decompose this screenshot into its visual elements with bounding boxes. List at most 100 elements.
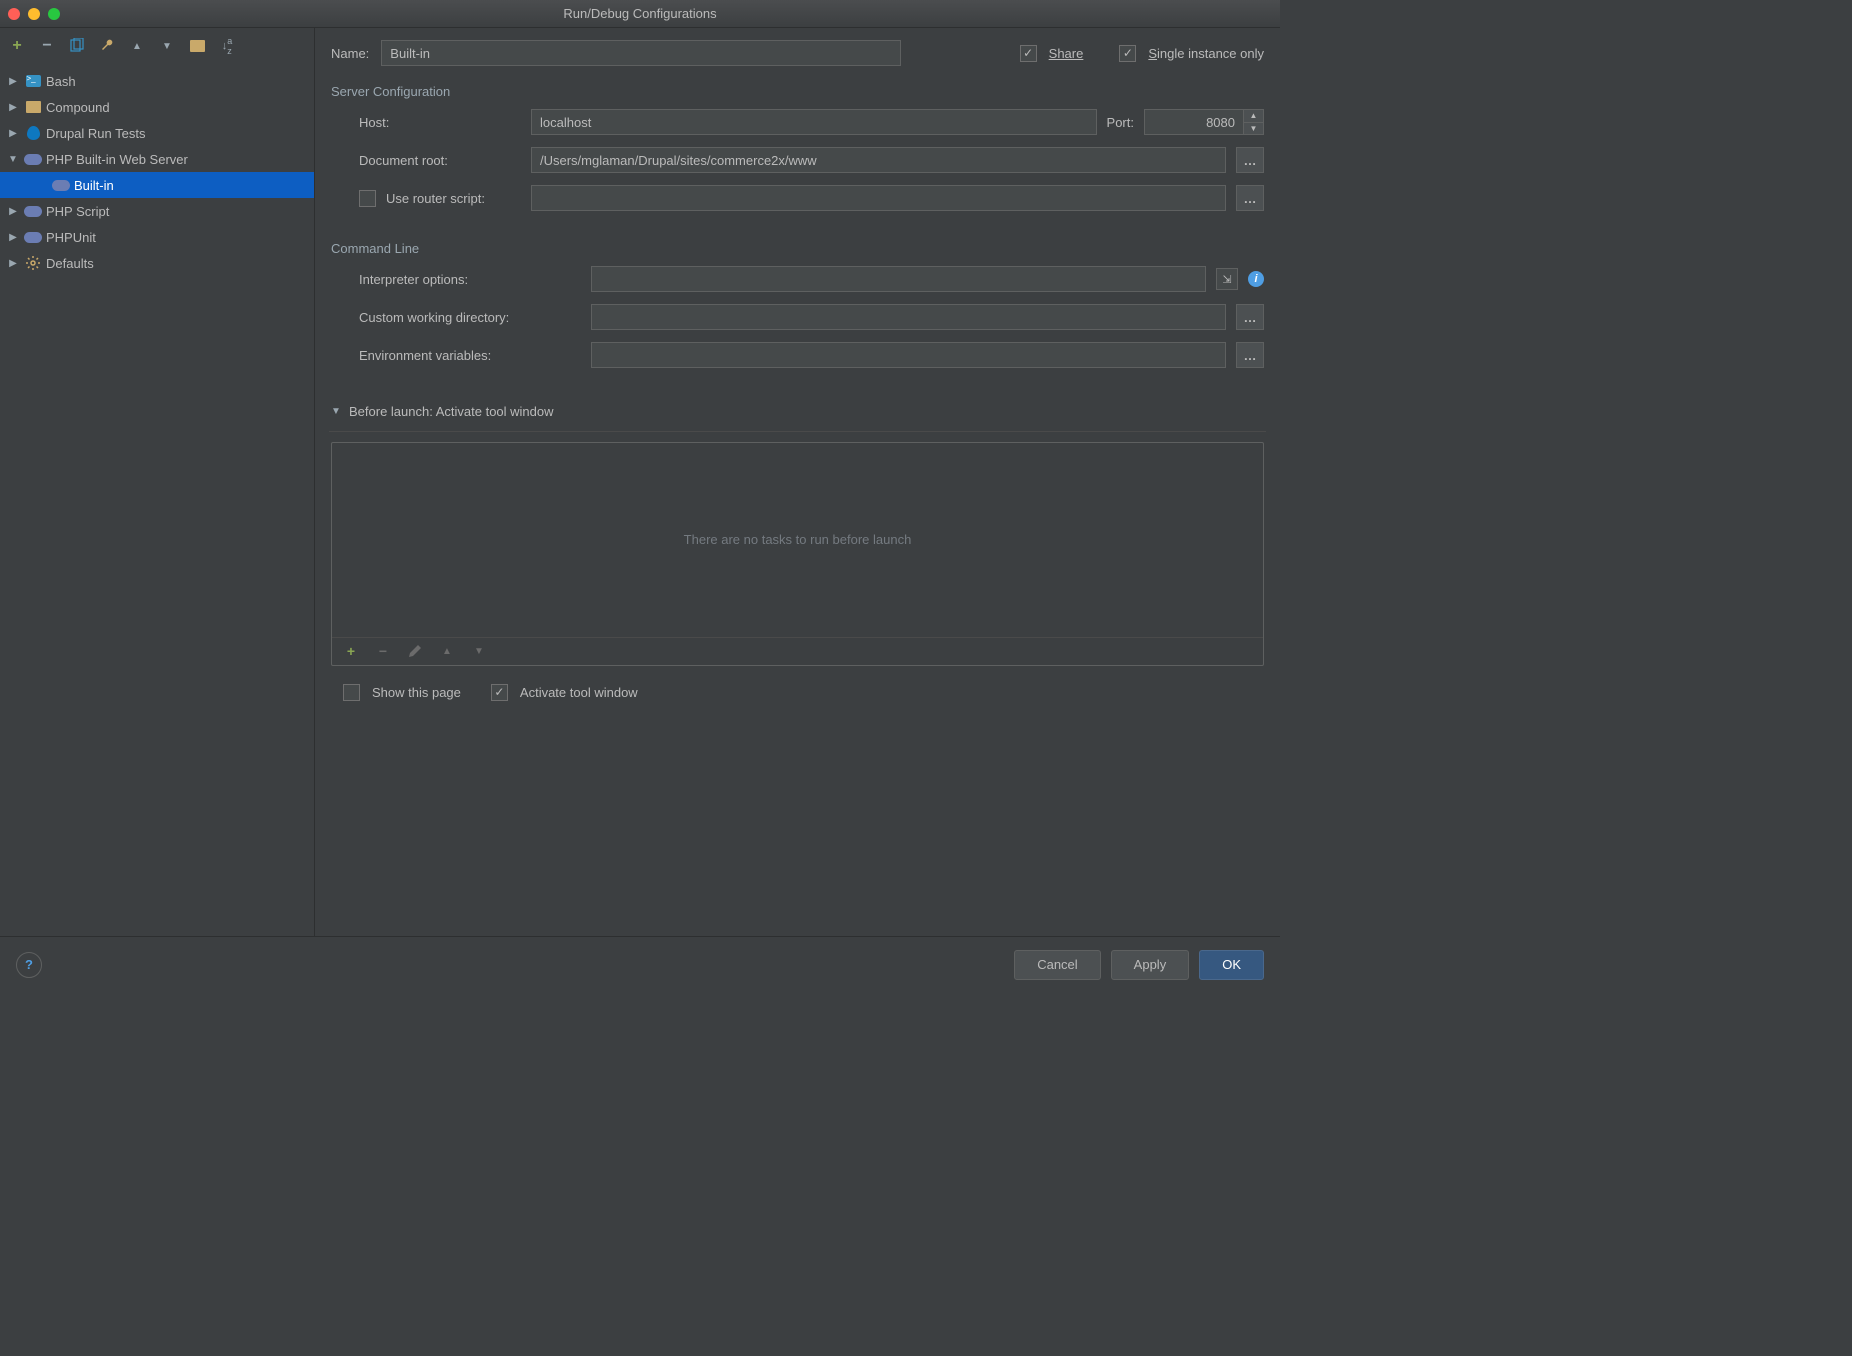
tree-node-compound[interactable]: ▶ Compound bbox=[0, 94, 314, 120]
port-spinner[interactable]: ▲▼ bbox=[1244, 109, 1264, 135]
cmdline-section-title: Command Line bbox=[331, 241, 1264, 256]
use-router-label: Use router script: bbox=[386, 191, 485, 206]
tree-node-phpunit[interactable]: ▶ PHPUnit bbox=[0, 224, 314, 250]
tree-label: PHPUnit bbox=[46, 230, 96, 245]
php-icon bbox=[24, 202, 42, 220]
before-launch-title: Before launch: Activate tool window bbox=[349, 404, 554, 419]
move-task-up-button[interactable]: ▲ bbox=[438, 642, 456, 660]
pencil-icon bbox=[407, 643, 423, 659]
tree-label: Drupal Run Tests bbox=[46, 126, 145, 141]
tree-label: PHP Built-in Web Server bbox=[46, 152, 188, 167]
edit-task-button[interactable] bbox=[406, 642, 424, 660]
move-task-down-button[interactable]: ▼ bbox=[470, 642, 488, 660]
tree-node-php-script[interactable]: ▶ PHP Script bbox=[0, 198, 314, 224]
cwd-input[interactable] bbox=[591, 304, 1226, 330]
expand-arrow-icon: ▶ bbox=[6, 102, 20, 113]
name-label: Name: bbox=[331, 46, 369, 61]
info-icon[interactable]: i bbox=[1248, 271, 1264, 287]
before-launch-empty-text: There are no tasks to run before launch bbox=[332, 443, 1263, 637]
docroot-input[interactable] bbox=[531, 147, 1226, 173]
tree-node-php-builtin[interactable]: ▼ PHP Built-in Web Server bbox=[0, 146, 314, 172]
expand-arrow-icon: ▶ bbox=[6, 258, 20, 269]
add-task-button[interactable]: + bbox=[342, 642, 360, 660]
chevron-up-icon[interactable]: ▲ bbox=[1244, 110, 1263, 123]
expand-arrow-icon: ▶ bbox=[6, 232, 20, 243]
use-router-checkbox[interactable] bbox=[359, 190, 376, 207]
single-instance-label[interactable]: SSingle instance onlyingle instance only bbox=[1148, 46, 1264, 61]
remove-button[interactable]: − bbox=[38, 37, 56, 55]
gear-icon bbox=[24, 254, 42, 272]
apply-button[interactable]: Apply bbox=[1111, 950, 1190, 980]
copy-button[interactable] bbox=[68, 37, 86, 55]
before-launch-toolbar: + − ▲ ▼ bbox=[332, 637, 1263, 665]
add-button[interactable]: + bbox=[8, 37, 26, 55]
before-launch-header[interactable]: ▼ Before launch: Activate tool window bbox=[331, 404, 1264, 419]
port-input[interactable] bbox=[1144, 109, 1244, 135]
terminal-icon bbox=[24, 72, 42, 90]
cancel-button[interactable]: Cancel bbox=[1014, 950, 1100, 980]
expand-field-button[interactable]: ⇲ bbox=[1216, 268, 1238, 290]
expand-arrow-icon: ▶ bbox=[6, 128, 20, 139]
tree-node-drupal[interactable]: ▶ Drupal Run Tests bbox=[0, 120, 314, 146]
move-up-button[interactable]: ▲ bbox=[128, 37, 146, 55]
tree-node-bash[interactable]: ▶ Bash bbox=[0, 68, 314, 94]
wrench-icon bbox=[99, 38, 115, 54]
tree-node-builtin[interactable]: Built-in bbox=[0, 172, 314, 198]
tree-label: Built-in bbox=[74, 178, 114, 193]
settings-button[interactable] bbox=[98, 37, 116, 55]
config-tree: ▶ Bash ▶ Compound ▶ Drupal Run Tests ▼ P… bbox=[0, 64, 314, 936]
tree-node-defaults[interactable]: ▶ Defaults bbox=[0, 250, 314, 276]
env-browse-button[interactable]: … bbox=[1236, 342, 1264, 368]
env-label: Environment variables: bbox=[331, 348, 581, 363]
collapse-arrow-icon: ▼ bbox=[6, 154, 20, 165]
host-label: Host: bbox=[331, 115, 521, 130]
dialog-button-bar: ? Cancel Apply OK bbox=[0, 936, 1280, 992]
drupal-icon bbox=[24, 124, 42, 142]
tree-label: PHP Script bbox=[46, 204, 109, 219]
content-panel: Name: Share SSingle instance onlyingle i… bbox=[315, 28, 1280, 936]
single-instance-checkbox[interactable] bbox=[1119, 45, 1136, 62]
before-launch-panel: There are no tasks to run before launch … bbox=[331, 442, 1264, 666]
tree-label: Defaults bbox=[46, 256, 94, 271]
move-down-button[interactable]: ▼ bbox=[158, 37, 176, 55]
copy-icon bbox=[69, 38, 85, 54]
chevron-down-icon[interactable]: ▼ bbox=[1244, 123, 1263, 135]
window-title: Run/Debug Configurations bbox=[0, 6, 1280, 21]
show-page-label: Show this page bbox=[372, 685, 461, 700]
router-input[interactable] bbox=[531, 185, 1226, 211]
remove-task-button[interactable]: − bbox=[374, 642, 392, 660]
activate-tool-window-checkbox[interactable] bbox=[491, 684, 508, 701]
folder-icon bbox=[24, 98, 42, 116]
cwd-browse-button[interactable]: … bbox=[1236, 304, 1264, 330]
activate-tool-window-label: Activate tool window bbox=[520, 685, 638, 700]
port-label: Port: bbox=[1107, 115, 1134, 130]
tree-label: Compound bbox=[46, 100, 110, 115]
php-icon bbox=[24, 228, 42, 246]
expand-arrow-icon: ▶ bbox=[6, 206, 20, 217]
help-button[interactable]: ? bbox=[16, 952, 42, 978]
php-icon bbox=[24, 150, 42, 168]
share-label[interactable]: Share bbox=[1049, 46, 1084, 61]
cwd-label: Custom working directory: bbox=[331, 310, 581, 325]
ok-button[interactable]: OK bbox=[1199, 950, 1264, 980]
share-checkbox[interactable] bbox=[1020, 45, 1037, 62]
name-input[interactable] bbox=[381, 40, 901, 66]
php-run-icon bbox=[52, 176, 70, 194]
titlebar: Run/Debug Configurations bbox=[0, 0, 1280, 28]
interpreter-options-label: Interpreter options: bbox=[331, 272, 581, 287]
show-page-checkbox[interactable] bbox=[343, 684, 360, 701]
router-browse-button[interactable]: … bbox=[1236, 185, 1264, 211]
folder-icon bbox=[190, 40, 205, 52]
collapse-arrow-icon: ▼ bbox=[331, 406, 345, 417]
env-input[interactable] bbox=[591, 342, 1226, 368]
server-config-section-title: Server Configuration bbox=[331, 84, 1264, 99]
tree-label: Bash bbox=[46, 74, 76, 89]
docroot-browse-button[interactable]: … bbox=[1236, 147, 1264, 173]
sort-button[interactable]: ↓az bbox=[218, 37, 236, 55]
expand-arrow-icon: ▶ bbox=[6, 76, 20, 87]
folder-button[interactable] bbox=[188, 37, 206, 55]
docroot-label: Document root: bbox=[331, 153, 521, 168]
host-input[interactable] bbox=[531, 109, 1097, 135]
interpreter-options-input[interactable] bbox=[591, 266, 1206, 292]
sidebar-toolbar: + − ▲ ▼ ↓az bbox=[0, 28, 314, 64]
